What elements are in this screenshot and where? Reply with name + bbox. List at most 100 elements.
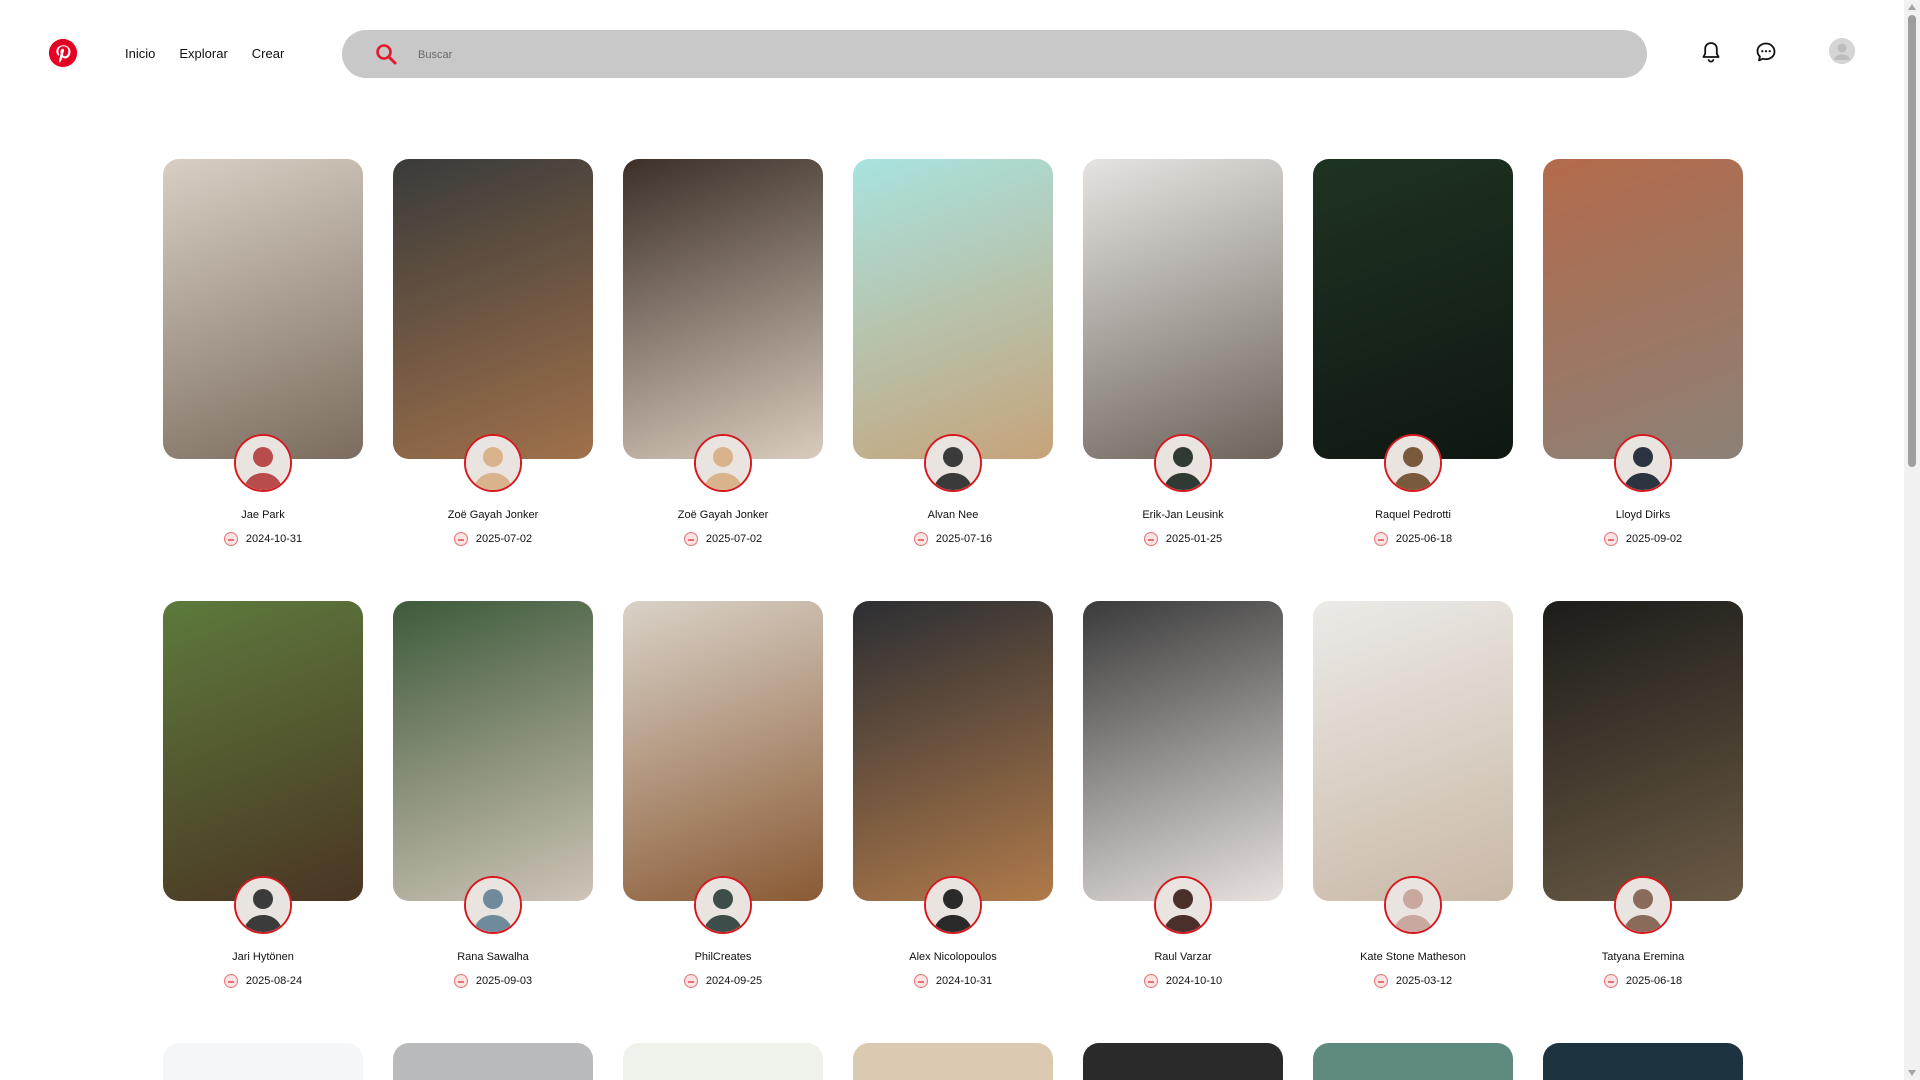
pin-meta: 2025-03-12 xyxy=(1313,974,1513,988)
author-avatar[interactable] xyxy=(1384,434,1442,492)
pin-card[interactable]: Kate Stone Matheson 2025-03-12 xyxy=(1313,601,1513,1021)
pin-card[interactable]: Zoë Gayah Jonker 2025-07-02 xyxy=(623,159,823,579)
author-avatar[interactable] xyxy=(234,876,292,934)
author-avatar[interactable] xyxy=(1614,876,1672,934)
pin-card[interactable]: Rana Sawalha 2025-09-03 xyxy=(393,601,593,1021)
author-name[interactable]: Alvan Nee xyxy=(853,509,1053,521)
date-badge-icon xyxy=(683,974,698,988)
pin-card[interactable]: Alex Nicolopoulos 2024-10-31 xyxy=(853,601,1053,1021)
pin-card[interactable]: Zoë Gayah Jonker 2025-07-02 xyxy=(393,159,593,579)
pin-image[interactable] xyxy=(393,159,593,459)
author-avatar[interactable] xyxy=(924,434,982,492)
pin-date: 2024-10-10 xyxy=(1165,975,1223,987)
author-name[interactable]: Rana Sawalha xyxy=(393,951,593,963)
pin-image[interactable] xyxy=(853,601,1053,901)
pin-card[interactable]: Lloyd Dirks 2025-09-02 xyxy=(1543,159,1743,579)
pin-image[interactable] xyxy=(1083,159,1283,459)
pin-card[interactable]: Raquel Pedrotti 2025-06-18 xyxy=(1313,159,1513,579)
author-avatar[interactable] xyxy=(464,434,522,492)
pinterest-logo-icon[interactable] xyxy=(49,39,77,67)
author-name[interactable]: Raquel Pedrotti xyxy=(1313,509,1513,521)
nav-explorar[interactable]: Explorar xyxy=(179,44,227,64)
pin-card[interactable]: Alvan Nee 2025-07-16 xyxy=(853,159,1053,579)
pin-image[interactable] xyxy=(623,601,823,901)
author-name[interactable]: Lloyd Dirks xyxy=(1543,509,1743,521)
search-icon[interactable] xyxy=(374,42,398,66)
pin-date: 2025-07-16 xyxy=(935,533,993,545)
pin-image[interactable] xyxy=(393,1043,593,1080)
pin-date: 2025-09-03 xyxy=(475,975,533,987)
pin-card[interactable] xyxy=(853,1043,1053,1080)
author-name[interactable]: Tatyana Eremina xyxy=(1543,951,1743,963)
date-badge-icon xyxy=(1373,532,1388,546)
pin-card[interactable] xyxy=(1543,1043,1743,1080)
pin-image[interactable] xyxy=(623,1043,823,1080)
author-avatar[interactable] xyxy=(1154,876,1212,934)
pin-image[interactable] xyxy=(1543,601,1743,901)
author-name[interactable]: Jae Park xyxy=(163,509,363,521)
pin-image[interactable] xyxy=(853,1043,1053,1080)
pin-image[interactable] xyxy=(853,159,1053,459)
nav-crear[interactable]: Crear xyxy=(252,44,285,64)
pin-image[interactable] xyxy=(1543,159,1743,459)
pin-meta: 2025-07-02 xyxy=(623,532,823,546)
author-name[interactable]: Alex Nicolopoulos xyxy=(853,951,1053,963)
scroll-down-arrow-icon[interactable] xyxy=(1908,1070,1916,1076)
pin-image[interactable] xyxy=(1083,1043,1283,1080)
pin-image[interactable] xyxy=(1543,1043,1743,1080)
pin-image[interactable] xyxy=(163,601,363,901)
author-name[interactable]: Erik-Jan Leusink xyxy=(1083,509,1283,521)
pin-image[interactable] xyxy=(1083,601,1283,901)
author-name[interactable]: PhilCreates xyxy=(623,951,823,963)
pin-image[interactable] xyxy=(163,1043,363,1080)
author-avatar[interactable] xyxy=(694,434,752,492)
author-avatar[interactable] xyxy=(1154,434,1212,492)
pin-card[interactable]: Jari Hytönen 2025-08-24 xyxy=(163,601,363,1021)
scroll-thumb[interactable] xyxy=(1908,15,1916,467)
author-name[interactable]: Raul Varzar xyxy=(1083,951,1283,963)
author-name[interactable]: Zoë Gayah Jonker xyxy=(623,509,823,521)
page-scrollbar[interactable] xyxy=(1904,0,1920,1080)
pin-card[interactable]: Tatyana Eremina 2025-06-18 xyxy=(1543,601,1743,1021)
pin-image[interactable] xyxy=(1313,601,1513,901)
pin-date: 2025-03-12 xyxy=(1395,975,1453,987)
pin-card[interactable]: Jae Park 2024-10-31 xyxy=(163,159,363,579)
pin-image[interactable] xyxy=(1313,159,1513,459)
pin-card[interactable] xyxy=(623,1043,823,1080)
pin-card[interactable]: Raul Varzar 2024-10-10 xyxy=(1083,601,1283,1021)
author-avatar[interactable] xyxy=(924,876,982,934)
profile-avatar[interactable] xyxy=(1829,38,1855,64)
pin-image[interactable] xyxy=(1313,1043,1513,1080)
nav-inicio[interactable]: Inicio xyxy=(125,44,155,64)
date-badge-icon xyxy=(1373,974,1388,988)
pin-date: 2025-08-24 xyxy=(245,975,303,987)
chat-bubble-icon[interactable] xyxy=(1752,38,1780,66)
pin-card[interactable] xyxy=(1083,1043,1283,1080)
pin-card[interactable] xyxy=(1313,1043,1513,1080)
pin-image[interactable] xyxy=(393,601,593,901)
pin-card[interactable] xyxy=(393,1043,593,1080)
author-avatar[interactable] xyxy=(1614,434,1672,492)
author-name[interactable]: Jari Hytönen xyxy=(163,951,363,963)
pin-card[interactable]: PhilCreates 2024-09-25 xyxy=(623,601,823,1021)
bell-icon[interactable] xyxy=(1697,38,1725,66)
pin-meta: 2025-07-02 xyxy=(393,532,593,546)
pin-card[interactable]: Erik-Jan Leusink 2025-01-25 xyxy=(1083,159,1283,579)
pin-date: 2025-09-02 xyxy=(1625,533,1683,545)
author-avatar[interactable] xyxy=(1384,876,1442,934)
pin-image[interactable] xyxy=(623,159,823,459)
author-name[interactable]: Kate Stone Matheson xyxy=(1313,951,1513,963)
scroll-up-arrow-icon[interactable] xyxy=(1908,4,1916,10)
search-bar[interactable] xyxy=(342,30,1647,78)
search-input[interactable] xyxy=(416,44,1600,66)
author-avatar[interactable] xyxy=(464,876,522,934)
date-badge-icon xyxy=(1143,974,1158,988)
author-name[interactable]: Zoë Gayah Jonker xyxy=(393,509,593,521)
author-avatar[interactable] xyxy=(694,876,752,934)
pin-card[interactable] xyxy=(163,1043,363,1080)
author-avatar[interactable] xyxy=(234,434,292,492)
pin-date: 2025-07-02 xyxy=(705,533,763,545)
pin-image[interactable] xyxy=(163,159,363,459)
pin-meta: 2024-10-31 xyxy=(853,974,1053,988)
date-badge-icon xyxy=(1603,974,1618,988)
